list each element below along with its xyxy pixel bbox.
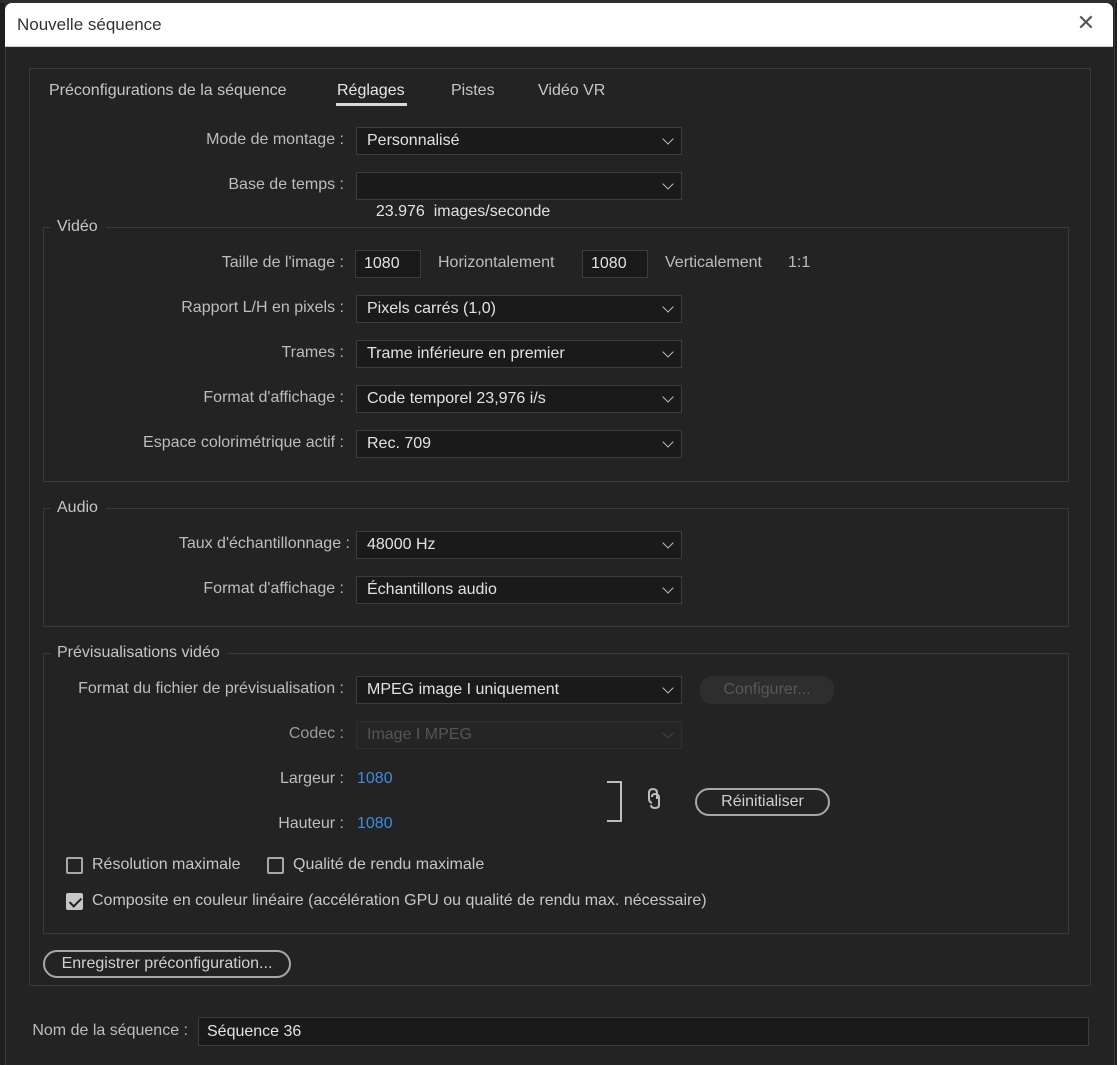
edit-mode-label: Mode de montage :	[206, 131, 344, 148]
linear-composite-label[interactable]: Composite en couleur linéaire (accélérat…	[92, 892, 707, 910]
audio-display-format-dropdown[interactable]: Échantillons audio	[356, 576, 682, 604]
chevron-down-icon	[662, 133, 674, 145]
tab-settings[interactable]: Réglages	[337, 82, 405, 100]
link-icon[interactable]	[646, 786, 666, 812]
tab-tracks[interactable]: Pistes	[451, 82, 495, 100]
max-resolution-label[interactable]: Résolution maximale	[92, 856, 241, 874]
pixel-aspect-value: Pixels carrés (1,0)	[367, 300, 496, 317]
video-legend: Vidéo	[51, 218, 106, 236]
chevron-down-icon	[662, 436, 674, 448]
edit-mode-dropdown[interactable]: Personnalisé	[356, 127, 682, 155]
configure-button[interactable]: Configurer...	[700, 676, 834, 704]
color-space-value: Rec. 709	[367, 435, 432, 452]
video-display-format-dropdown[interactable]: Code temporel 23,976 i/s	[356, 385, 682, 413]
audio-legend: Audio	[51, 499, 106, 517]
chevron-down-icon	[662, 391, 674, 403]
frame-width-input[interactable]: 1080	[355, 250, 421, 278]
color-space-dropdown[interactable]: Rec. 709	[356, 430, 682, 458]
vertical-label: Verticalement	[665, 254, 762, 271]
close-icon[interactable]: ✕	[1075, 12, 1097, 34]
timebase-value: 23.976 images/seconde	[375, 203, 551, 220]
chevron-down-icon	[662, 582, 674, 594]
linear-composite-checkbox[interactable]	[66, 893, 83, 910]
sequence-name-input[interactable]: Séquence 36	[198, 1017, 1089, 1046]
chevron-down-icon	[662, 301, 674, 313]
max-resolution-checkbox[interactable]	[66, 857, 83, 874]
sample-rate-dropdown[interactable]: 48000 Hz	[356, 531, 682, 559]
codec-value: Image I MPEG	[367, 726, 472, 743]
chevron-down-icon	[662, 537, 674, 549]
preview-file-format-value: MPEG image I uniquement	[367, 681, 560, 698]
active-tab-indicator	[336, 103, 407, 106]
max-quality-label[interactable]: Qualité de rendu maximale	[293, 856, 484, 874]
preview-file-format-dropdown[interactable]: MPEG image I uniquement	[356, 676, 682, 704]
aspect-ratio-value: 1:1	[788, 254, 811, 271]
timebase-dropdown[interactable]: 23.976 images/seconde	[356, 172, 682, 220]
tab-vr-video[interactable]: Vidéo VR	[538, 82, 605, 100]
chevron-down-icon	[662, 682, 674, 694]
fields-dropdown[interactable]: Trame inférieure en premier	[356, 340, 682, 368]
link-bracket-icon	[607, 781, 622, 822]
tab-sequence-presets[interactable]: Préconfigurations de la séquence	[49, 82, 287, 100]
preview-width-label: Largeur :	[279, 770, 344, 787]
chevron-down-icon	[662, 346, 674, 358]
audio-display-format-value: Échantillons audio	[367, 581, 497, 598]
preview-file-format-label: Format du fichier de prévisualisation :	[78, 680, 344, 697]
codec-label: Codec :	[288, 725, 344, 742]
sequence-name-label: Nom de la séquence :	[32, 1022, 188, 1039]
preview-width-value[interactable]: 1080	[357, 770, 393, 788]
sample-rate-label: Taux d'échantillonnage :	[178, 535, 350, 552]
fields-label: Trames :	[281, 344, 344, 361]
codec-dropdown[interactable]: Image I MPEG	[356, 721, 682, 749]
chevron-down-icon	[662, 727, 674, 739]
pixel-aspect-dropdown[interactable]: Pixels carrés (1,0)	[356, 295, 682, 323]
video-display-format-value: Code temporel 23,976 i/s	[367, 390, 546, 407]
audio-section	[43, 508, 1069, 627]
dialog-titlebar[interactable]	[5, 3, 1113, 47]
max-quality-checkbox[interactable]	[267, 857, 284, 874]
fields-value: Trame inférieure en premier	[367, 345, 565, 362]
reset-button[interactable]: Réinitialiser	[695, 788, 830, 816]
color-space-label: Espace colorimétrique actif :	[143, 434, 344, 451]
frame-height-input[interactable]: 1080	[582, 250, 648, 278]
audio-display-format-label: Format d'affichage :	[203, 580, 344, 597]
frame-size-label: Taille de l'image :	[221, 254, 344, 271]
sample-rate-value: 48000 Hz	[367, 536, 436, 553]
pixel-aspect-label: Rapport L/H en pixels :	[181, 299, 344, 316]
preview-height-label: Hauteur :	[278, 815, 344, 832]
timebase-label: Base de temps :	[228, 176, 344, 193]
chevron-down-icon	[662, 178, 674, 190]
dialog-title: Nouvelle séquence	[17, 15, 162, 34]
edit-mode-value: Personnalisé	[367, 132, 460, 149]
save-preset-button[interactable]: Enregistrer préconfiguration...	[43, 950, 291, 978]
horizontal-label: Horizontalement	[438, 254, 555, 271]
video-previews-legend: Prévisualisations vidéo	[51, 644, 228, 662]
preview-height-value[interactable]: 1080	[357, 815, 393, 833]
video-display-format-label: Format d'affichage :	[203, 389, 344, 406]
